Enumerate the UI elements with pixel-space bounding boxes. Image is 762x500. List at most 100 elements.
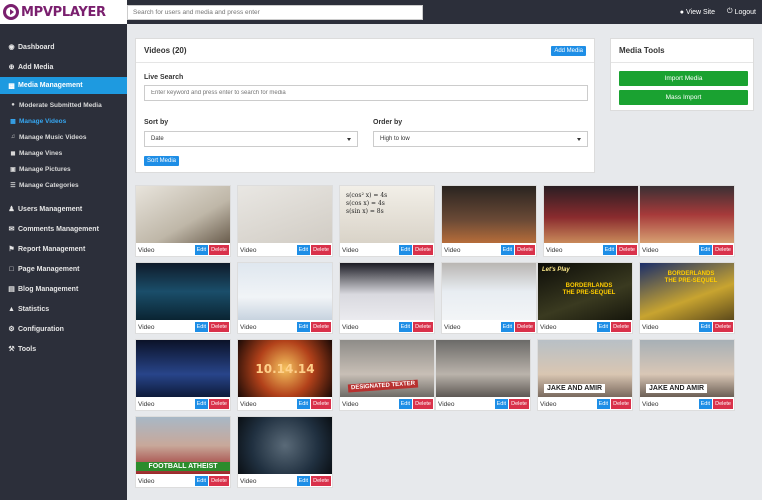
video-thumbnail[interactable]: [640, 186, 734, 243]
delete-button[interactable]: Delete: [509, 399, 529, 409]
delete-button[interactable]: Delete: [713, 399, 733, 409]
video-thumbnail[interactable]: [136, 340, 230, 397]
edit-button[interactable]: Edit: [500, 245, 515, 255]
edit-button[interactable]: Edit: [194, 476, 209, 486]
delete-button[interactable]: Delete: [611, 322, 631, 332]
video-card[interactable]: s(cos² x) = 4s s(cos x) = 4s s(sin x) = …: [339, 185, 435, 257]
video-card[interactable]: Video Edit Delete: [237, 262, 333, 334]
video-thumbnail[interactable]: BORDERLANDS THE PRE-SEQUEL: [640, 263, 734, 320]
sidebar-subitem-moderate[interactable]: ● Moderate Submitted Media: [0, 97, 127, 113]
video-card[interactable]: JAKE AND AMIR Video Edit Delete: [639, 339, 735, 411]
delete-button[interactable]: Delete: [713, 322, 733, 332]
delete-button[interactable]: Delete: [611, 399, 631, 409]
sidebar-item-blog[interactable]: ▤ Blog Management: [0, 279, 127, 299]
video-card[interactable]: Video Edit Delete: [135, 185, 231, 257]
video-card[interactable]: 10.14.14 Video Edit Delete: [237, 339, 333, 411]
live-search-input[interactable]: [144, 85, 588, 101]
edit-button[interactable]: Edit: [596, 399, 611, 409]
edit-button[interactable]: Edit: [194, 399, 209, 409]
add-media-button[interactable]: Add Media: [551, 45, 586, 56]
video-thumbnail[interactable]: JAKE AND AMIR: [538, 340, 632, 397]
video-card[interactable]: Video Edit Delete: [543, 185, 639, 257]
sidebar-item-add-media[interactable]: ⊕ Add Media: [0, 57, 127, 77]
logout-link[interactable]: ⏻ Logout: [727, 8, 756, 16]
sidebar-subitem-manage-videos[interactable]: ▩ Manage Videos: [0, 113, 127, 129]
video-card[interactable]: Video Edit Delete: [135, 339, 231, 411]
delete-button[interactable]: Delete: [713, 245, 733, 255]
order-by-select[interactable]: High to low: [373, 131, 588, 147]
sidebar-item-media-management[interactable]: ▩ Media Management: [0, 77, 127, 94]
edit-button[interactable]: Edit: [698, 245, 713, 255]
edit-button[interactable]: Edit: [494, 399, 509, 409]
edit-button[interactable]: Edit: [194, 322, 209, 332]
delete-button[interactable]: Delete: [209, 245, 229, 255]
video-thumbnail[interactable]: [436, 340, 530, 397]
sidebar-item-comments[interactable]: ✉ Comments Management: [0, 219, 127, 239]
edit-button[interactable]: Edit: [296, 245, 311, 255]
sidebar-item-users[interactable]: ♟ Users Management: [0, 199, 127, 219]
edit-button[interactable]: Edit: [596, 322, 611, 332]
global-search-input[interactable]: [127, 5, 423, 20]
video-thumbnail[interactable]: DESIGNATED TEXTER: [340, 340, 434, 397]
sort-by-select[interactable]: Date: [144, 131, 358, 147]
delete-button[interactable]: Delete: [311, 476, 331, 486]
sidebar-item-tools[interactable]: ⚒ Tools: [0, 339, 127, 359]
delete-button[interactable]: Delete: [209, 322, 229, 332]
sidebar-item-reports[interactable]: ⚑ Report Management: [0, 239, 127, 259]
video-thumbnail[interactable]: JAKE AND AMIR: [640, 340, 734, 397]
edit-button[interactable]: Edit: [398, 245, 413, 255]
edit-button[interactable]: Edit: [398, 322, 413, 332]
video-card[interactable]: Video Edit Delete: [441, 185, 537, 257]
video-thumbnail[interactable]: s(cos² x) = 4s s(cos x) = 4s s(sin x) = …: [340, 186, 434, 243]
video-thumbnail[interactable]: [136, 263, 230, 320]
edit-button[interactable]: Edit: [296, 322, 311, 332]
delete-button[interactable]: Delete: [617, 245, 637, 255]
video-card[interactable]: BORDERLANDS THE PRE-SEQUEL Video Edit De…: [639, 262, 735, 334]
video-card[interactable]: JAKE AND AMIR Video Edit Delete: [537, 339, 633, 411]
video-card[interactable]: Video Edit Delete: [639, 185, 735, 257]
logo[interactable]: MPVPLAYER: [0, 0, 127, 24]
video-thumbnail[interactable]: Let's Play BORDERLANDS THE PRE-SEQUEL: [538, 263, 632, 320]
view-site-link[interactable]: ● View Site: [680, 9, 715, 16]
video-thumbnail[interactable]: [544, 186, 638, 243]
mass-import-button[interactable]: Mass Import: [619, 90, 748, 105]
video-card[interactable]: Video Edit Delete: [135, 262, 231, 334]
delete-button[interactable]: Delete: [413, 322, 433, 332]
edit-button[interactable]: Edit: [698, 322, 713, 332]
video-thumbnail[interactable]: [442, 186, 536, 243]
delete-button[interactable]: Delete: [413, 399, 433, 409]
video-card[interactable]: Let's Play BORDERLANDS THE PRE-SEQUEL Vi…: [537, 262, 633, 334]
import-media-button[interactable]: Import Media: [619, 71, 748, 86]
delete-button[interactable]: Delete: [209, 399, 229, 409]
video-card[interactable]: FOOTBALL ATHEIST Video Edit Delete: [135, 416, 231, 488]
edit-button[interactable]: Edit: [194, 245, 209, 255]
video-card[interactable]: Video Edit Delete: [435, 339, 531, 411]
sidebar-subitem-vines[interactable]: ◼ Manage Vines: [0, 145, 127, 161]
sidebar-item-dashboard[interactable]: ◉ Dashboard: [0, 37, 127, 57]
edit-button[interactable]: Edit: [602, 245, 617, 255]
video-card[interactable]: Video Edit Delete: [339, 262, 435, 334]
sidebar-item-pages[interactable]: □ Page Management: [0, 259, 127, 279]
video-thumbnail[interactable]: [340, 263, 434, 320]
delete-button[interactable]: Delete: [413, 245, 433, 255]
delete-button[interactable]: Delete: [209, 476, 229, 486]
video-card[interactable]: DESIGNATED TEXTER Video Edit Delete: [339, 339, 435, 411]
sidebar-item-statistics[interactable]: ▲ Statistics: [0, 299, 127, 319]
video-thumbnail[interactable]: 10.14.14: [238, 340, 332, 397]
delete-button[interactable]: Delete: [311, 322, 331, 332]
video-thumbnail[interactable]: [238, 186, 332, 243]
delete-button[interactable]: Delete: [311, 399, 331, 409]
sidebar-subitem-pictures[interactable]: ▣ Manage Pictures: [0, 161, 127, 177]
video-card[interactable]: Video Edit Delete: [237, 416, 333, 488]
sidebar-subitem-music-videos[interactable]: ♫ Manage Music Videos: [0, 129, 127, 145]
video-thumbnail[interactable]: [238, 263, 332, 320]
video-thumbnail[interactable]: [238, 417, 332, 474]
delete-button[interactable]: Delete: [311, 245, 331, 255]
edit-button[interactable]: Edit: [296, 399, 311, 409]
delete-button[interactable]: Delete: [515, 322, 535, 332]
sidebar-item-configuration[interactable]: ⚙ Configuration: [0, 319, 127, 339]
sort-media-button[interactable]: Sort Media: [144, 156, 180, 166]
video-thumbnail[interactable]: [442, 263, 536, 320]
video-card[interactable]: Video Edit Delete: [237, 185, 333, 257]
video-thumbnail[interactable]: [136, 186, 230, 243]
